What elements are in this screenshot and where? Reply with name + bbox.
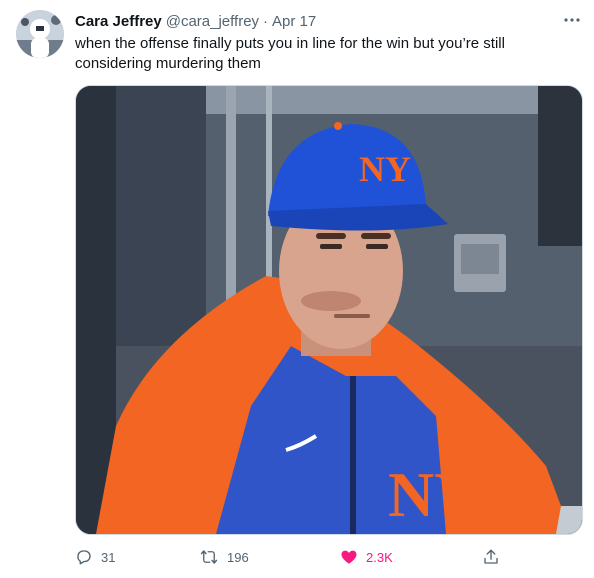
reply-icon bbox=[77, 550, 91, 565]
retweet-button[interactable]: 196 bbox=[199, 545, 249, 569]
tweet-text: when the offense finally puts you in lin… bbox=[75, 35, 505, 72]
tweet-date[interactable]: Apr 17 bbox=[272, 13, 316, 30]
media-photo: NY NY bbox=[76, 86, 582, 534]
reply-button[interactable]: 31 bbox=[75, 545, 115, 569]
avatar[interactable] bbox=[16, 10, 64, 58]
tweet-media[interactable]: NY NY bbox=[75, 85, 583, 535]
like-count: 2.3K bbox=[366, 549, 393, 565]
tweet-actions: 31 196 2.3K bbox=[0, 545, 594, 569]
heart-filled-icon bbox=[341, 550, 357, 564]
author-handle[interactable]: @cara_jeffrey bbox=[166, 13, 259, 30]
header-separator: · bbox=[263, 12, 269, 30]
more-horizontal-icon bbox=[564, 18, 580, 22]
retweet-count: 196 bbox=[227, 549, 249, 565]
like-button[interactable]: 2.3K bbox=[340, 545, 393, 569]
author-name[interactable]: Cara Jeffrey bbox=[75, 13, 162, 30]
svg-text:NY: NY bbox=[359, 149, 411, 189]
reply-count: 31 bbox=[101, 549, 116, 565]
more-options-button[interactable] bbox=[560, 10, 584, 30]
tweet-header: Cara Jeffrey @cara_jeffrey · Apr 17 bbox=[75, 11, 316, 31]
tweet[interactable]: Cara Jeffrey @cara_jeffrey · Apr 17 when… bbox=[0, 0, 594, 578]
share-icon bbox=[484, 549, 498, 564]
share-button[interactable] bbox=[482, 545, 500, 569]
avatar-image bbox=[16, 10, 64, 58]
retweet-icon bbox=[200, 550, 218, 564]
svg-text:NY: NY bbox=[388, 459, 480, 530]
